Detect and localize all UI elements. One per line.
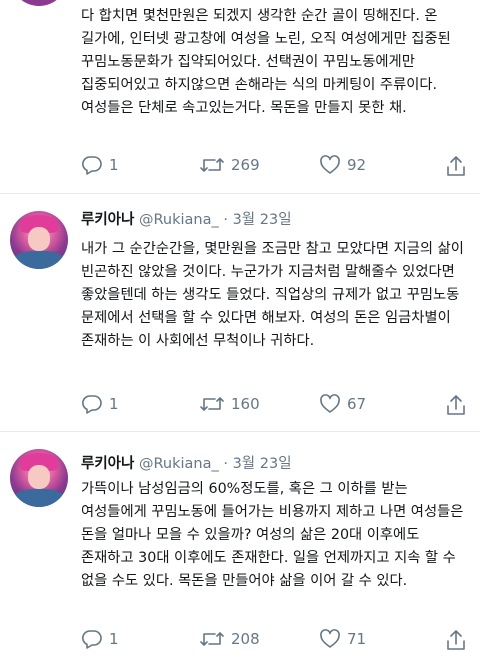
retweet-count: 208 bbox=[231, 630, 260, 648]
reply-icon bbox=[82, 395, 102, 414]
retweet-count: 160 bbox=[231, 395, 260, 413]
avatar[interactable] bbox=[10, 449, 68, 507]
user-handle[interactable]: @Rukiana_ bbox=[139, 212, 219, 228]
tweet-date[interactable]: 3월 23일 bbox=[233, 212, 292, 228]
share-icon bbox=[447, 156, 465, 176]
like-button[interactable]: 71 bbox=[319, 629, 366, 649]
reply-button[interactable]: 1 bbox=[81, 394, 119, 414]
divider bbox=[0, 431, 480, 432]
retweet-icon bbox=[200, 632, 224, 646]
reply-button[interactable]: 1 bbox=[81, 155, 119, 175]
tweet-header: 루키아나 @Rukiana_ · 3월 23일 bbox=[81, 212, 292, 228]
tweet-header: 루키아나 @Rukiana_ · 3월 23일 bbox=[81, 456, 292, 472]
tweet-actions: 1 208 71 bbox=[81, 629, 473, 651]
like-button[interactable]: 92 bbox=[319, 155, 366, 175]
avatar[interactable] bbox=[10, 211, 68, 269]
share-button[interactable] bbox=[445, 394, 467, 416]
retweet-button[interactable]: 160 bbox=[199, 394, 260, 414]
reply-count: 1 bbox=[109, 395, 119, 413]
share-button[interactable] bbox=[445, 155, 467, 177]
divider bbox=[0, 193, 480, 194]
retweet-icon bbox=[200, 397, 224, 411]
tweet-actions: 1 269 92 bbox=[81, 155, 473, 177]
tweet-date[interactable]: 3월 23일 bbox=[233, 456, 292, 472]
display-name[interactable]: 루키아나 bbox=[81, 212, 134, 228]
avatar[interactable] bbox=[10, 0, 68, 6]
reply-count: 1 bbox=[109, 630, 119, 648]
retweet-count: 269 bbox=[231, 156, 260, 174]
tweet-text: 다 합치면 몇천만원은 되겠지 생각한 순간 골이 띵해진다. 온 길가에, 인… bbox=[81, 8, 451, 116]
heart-icon bbox=[320, 155, 340, 174]
tweet-text: 가뜩이나 남성임금의 60%정도를, 혹은 그 이하를 받는 여성들에게 꾸밈노… bbox=[81, 481, 464, 589]
like-button[interactable]: 67 bbox=[319, 394, 366, 414]
share-icon bbox=[447, 630, 465, 650]
like-count: 67 bbox=[347, 395, 367, 413]
retweet-button[interactable]: 269 bbox=[199, 155, 260, 175]
reply-icon bbox=[82, 630, 102, 649]
like-count: 92 bbox=[347, 156, 367, 174]
share-icon bbox=[447, 395, 465, 415]
reply-button[interactable]: 1 bbox=[81, 629, 119, 649]
retweet-button[interactable]: 208 bbox=[199, 629, 260, 649]
tweet-actions: 1 160 67 bbox=[81, 394, 473, 416]
tweet-text: 내가 그 순간순간을, 몇만원을 조금만 참고 모았다면 지금의 삶이 빈곤하진… bbox=[81, 241, 464, 349]
share-button[interactable] bbox=[445, 629, 467, 651]
reply-count: 1 bbox=[109, 156, 119, 174]
heart-icon bbox=[320, 629, 340, 648]
display-name[interactable]: 루키아나 bbox=[81, 456, 134, 472]
retweet-icon bbox=[200, 158, 224, 172]
user-handle[interactable]: @Rukiana_ bbox=[139, 456, 219, 472]
like-count: 71 bbox=[347, 630, 367, 648]
reply-icon bbox=[82, 156, 102, 175]
heart-icon bbox=[320, 394, 340, 413]
